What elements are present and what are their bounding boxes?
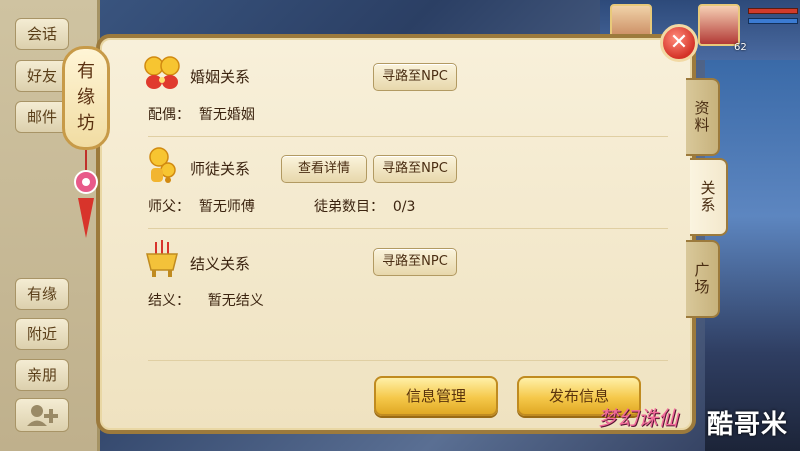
divider — [148, 136, 668, 137]
marriage-title: 婚姻关系 — [190, 68, 251, 86]
divider — [148, 360, 668, 361]
nav-tab-nearby[interactable]: 附近 — [15, 318, 69, 350]
marriage-icon — [144, 56, 180, 89]
view-details-button[interactable]: 查看详情 — [281, 155, 367, 183]
nav-tab-fate[interactable]: 有缘 — [15, 278, 69, 310]
nav-tab-relatives[interactable]: 亲朋 — [15, 359, 69, 391]
player-avatar[interactable] — [698, 4, 740, 46]
lantern-char: 有 — [77, 61, 95, 82]
nav-tab-friends[interactable]: 好友 — [15, 60, 69, 92]
player-level: 62 — [734, 42, 747, 53]
mp-bar — [748, 18, 798, 24]
incense-burner-icon — [146, 240, 178, 277]
close-button[interactable]: ✕ — [660, 24, 698, 62]
add-friend-icon — [27, 405, 58, 426]
info-manage-button[interactable]: 信息管理 — [374, 376, 498, 416]
sworn-npc-button[interactable]: 寻路至NPC — [373, 248, 457, 276]
relationship-panel — [96, 34, 696, 434]
spouse-status: 配偶： 暂无婚姻 — [148, 107, 255, 123]
nav-tab-mail[interactable]: 邮件 — [15, 101, 69, 133]
marriage-npc-button[interactable]: 寻路至NPC — [373, 63, 457, 91]
mentor-npc-button[interactable]: 寻路至NPC — [373, 155, 457, 183]
mentor-title: 师徒关系 — [190, 160, 251, 178]
tassel-ornament-icon — [74, 150, 98, 238]
lantern-char: 坊 — [77, 113, 95, 134]
site-watermark: 酷哥米 — [707, 410, 789, 440]
master-status: 师父： 暂无师傅 — [148, 199, 255, 215]
disciple-count: 徒弟数目： 0/3 — [314, 199, 416, 215]
divider — [148, 228, 668, 229]
sworn-status: 结义： 暂无结义 — [148, 293, 264, 309]
lantern-char: 缘 — [77, 87, 95, 108]
tab-square[interactable]: 广场 — [686, 240, 720, 318]
close-icon: ✕ — [669, 30, 689, 55]
nav-tab-chat[interactable]: 会话 — [15, 18, 69, 50]
add-friend-button[interactable] — [15, 398, 69, 432]
game-logo: 梦幻诛仙 — [598, 406, 678, 430]
tab-profile[interactable]: 资料 — [686, 78, 720, 156]
lantern-plaque: 有 缘 坊 — [62, 46, 110, 150]
tab-relations[interactable]: 关系 — [690, 158, 728, 236]
sworn-title: 结义关系 — [190, 255, 251, 273]
hp-bar — [748, 8, 798, 14]
mentor-icon — [149, 147, 176, 183]
